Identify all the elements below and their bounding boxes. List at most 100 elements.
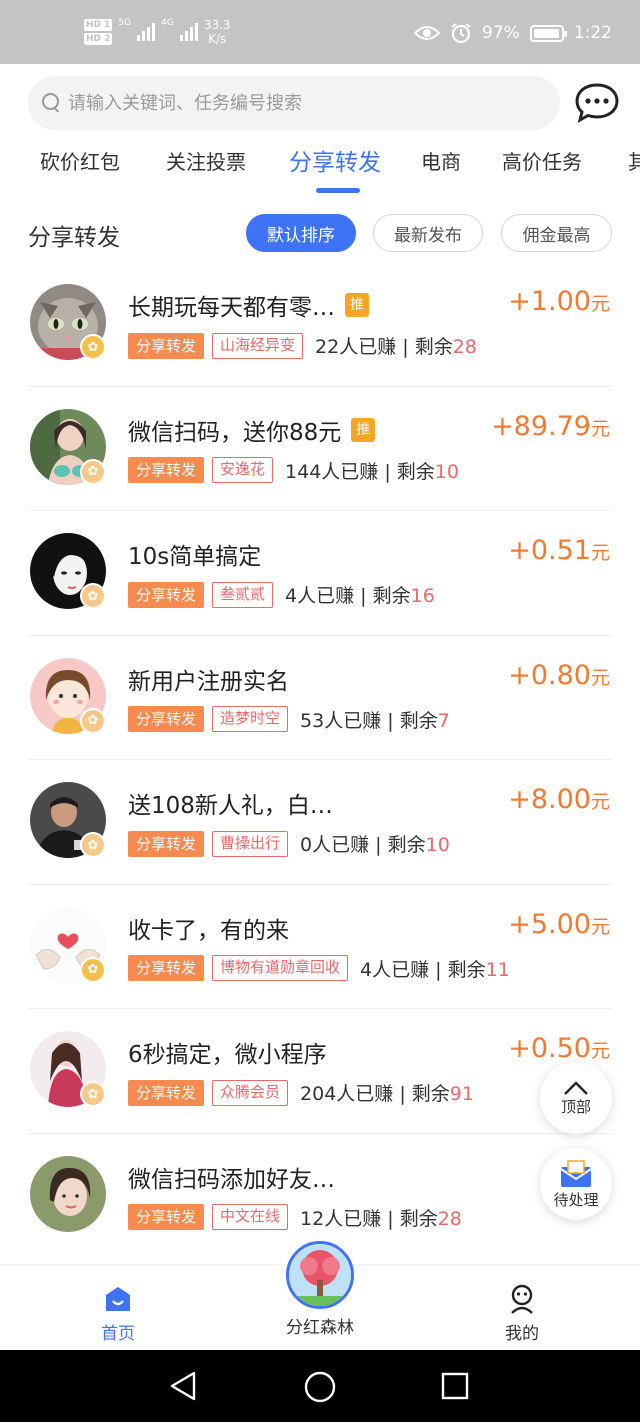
task-reward: +89.79元 xyxy=(491,411,610,442)
task-stats: 53人已赚 | 剩余7 xyxy=(300,706,450,733)
task-title: 微信扫码，送你88元 推 xyxy=(128,413,376,447)
network-speed: 33.3 K/s xyxy=(204,18,231,46)
publisher-tag: 众腾会员 xyxy=(212,1079,289,1106)
task-title: 微信扫码添加好友… xyxy=(128,1160,335,1194)
speed-unit: K/s xyxy=(208,32,227,46)
task-tags: 分享转发 曹操出行 0人已赚 | 剩余10 xyxy=(128,830,450,857)
tab-kanjia[interactable]: 砍价红包 xyxy=(40,146,120,175)
sort-newest-button[interactable]: 最新发布 xyxy=(373,214,483,252)
search-icon xyxy=(40,92,62,114)
speed-value: 33.3 xyxy=(203,18,231,32)
remaining-count: 10 xyxy=(425,834,450,856)
task-stats: 22人已赚 | 剩余28 xyxy=(315,332,477,359)
clock: 1:22 xyxy=(573,23,612,43)
battery-icon xyxy=(529,24,567,42)
sort-commission-button[interactable]: 佣金最高 xyxy=(501,214,612,252)
nav-home-label: 首页 xyxy=(101,1324,135,1344)
avatar xyxy=(30,1155,106,1232)
task-title: 送108新人礼，白… xyxy=(128,786,333,820)
task-item[interactable]: ✿ 新用户注册实名 分享转发 造梦时空 53人已赚 | 剩余7 +0.80元 xyxy=(0,636,640,760)
tab-more[interactable]: 其 xyxy=(628,146,640,175)
task-tags: 分享转发 安逸花 144人已赚 | 剩余10 xyxy=(128,457,459,484)
task-item[interactable]: ✿ 收卡了，有的来 分享转发 博物有道勋章回收 4人已赚 | 剩余11 +5.0… xyxy=(0,885,640,1009)
hd2-label: HD 2 xyxy=(84,33,113,45)
category-tag: 分享转发 xyxy=(128,830,205,857)
task-stats: 144人已赚 | 剩余10 xyxy=(285,457,459,484)
category-tag: 分享转发 xyxy=(128,955,205,981)
earned-text: 144人已赚 | 剩余 xyxy=(285,460,435,483)
task-tags: 分享转发 山海经异变 22人已赚 | 剩余28 xyxy=(128,332,477,359)
task-item[interactable]: ✿ 10s简单搞定 分享转发 叁贰贰 4人已赚 | 剩余16 +0.51元 xyxy=(0,511,640,636)
tab-gaojia[interactable]: 高价任务 xyxy=(502,146,582,175)
task-stats: 204人已赚 | 剩余91 xyxy=(300,1079,474,1106)
vip-badge-icon: ✿ xyxy=(80,1081,106,1107)
task-reward: +5.00元 xyxy=(508,909,610,940)
battery-fill xyxy=(533,28,559,38)
category-tag: 分享转发 xyxy=(128,1079,205,1106)
task-item[interactable]: ✿ 微信扫码，送你88元 推 分享转发 安逸花 144人已赚 | 剩余10 +8… xyxy=(0,387,640,511)
search-input[interactable] xyxy=(68,92,508,114)
tab-guanzhu[interactable]: 关注投票 xyxy=(166,146,246,175)
back-icon[interactable] xyxy=(168,1370,198,1402)
reward-amount: +0.80 xyxy=(508,659,591,691)
reward-unit: 元 xyxy=(590,417,610,440)
task-stats: 12人已赚 | 剩余28 xyxy=(300,1204,462,1231)
recommend-badge: 推 xyxy=(345,293,369,317)
task-title-text: 微信扫码添加好友… xyxy=(128,1166,335,1193)
envelope-icon xyxy=(560,1159,592,1187)
remaining-count: 11 xyxy=(485,958,510,981)
search-box[interactable] xyxy=(28,76,560,130)
remaining-count: 16 xyxy=(410,585,435,607)
reward-unit: 元 xyxy=(590,1040,610,1062)
remaining-count: 7 xyxy=(437,709,450,732)
task-reward: +8.00元 xyxy=(508,784,610,815)
pending-button[interactable]: 待处理 xyxy=(540,1148,612,1220)
task-reward: +0.80元 xyxy=(508,660,610,691)
reward-amount: +0.51 xyxy=(508,535,591,566)
publisher-tag: 博物有道勋章回收 xyxy=(212,955,349,981)
tree-icon xyxy=(289,1244,351,1306)
system-nav-bar xyxy=(0,1350,640,1422)
task-title-text: 送108新人礼，白… xyxy=(128,793,333,819)
hd-indicator: HD 1 HD 2 xyxy=(84,19,113,45)
category-tag: 分享转发 xyxy=(128,457,205,483)
reward-unit: 元 xyxy=(590,666,610,689)
net1-label: 5G xyxy=(118,18,132,28)
category-tag: 分享转发 xyxy=(128,706,205,732)
publisher-tag: 山海经异变 xyxy=(212,332,304,359)
remaining-count: 28 xyxy=(437,1207,462,1230)
task-item[interactable]: ✿ 送108新人礼，白… 分享转发 曹操出行 0人已赚 | 剩余10 +8.00… xyxy=(0,760,640,885)
vip-badge-icon: ✿ xyxy=(80,334,106,360)
publisher-tag: 安逸花 xyxy=(212,457,274,483)
back-to-top-button[interactable]: 顶部 xyxy=(540,1062,612,1134)
task-title-text: 长期玩每天都有零… xyxy=(128,295,335,321)
task-tags: 分享转发 造梦时空 53人已赚 | 剩余7 xyxy=(128,706,450,733)
pending-label: 待处理 xyxy=(553,1190,599,1209)
task-title-text: 收卡了，有的来 xyxy=(128,917,289,944)
publisher-tag: 中文在线 xyxy=(212,1204,289,1230)
category-tag: 分享转发 xyxy=(128,332,205,359)
nav-mine[interactable]: 我的 xyxy=(462,1283,582,1344)
earned-text: 53人已赚 | 剩余 xyxy=(300,709,438,732)
task-item[interactable]: ✿ 长期玩每天都有零… 推 分享转发 山海经异变 22人已赚 | 剩余28 +1… xyxy=(0,262,640,387)
tab-dianshang[interactable]: 电商 xyxy=(421,146,461,175)
home-icon xyxy=(106,1287,130,1311)
publisher-tag: 造梦时空 xyxy=(212,706,289,732)
sort-default-button[interactable]: 默认排序 xyxy=(246,214,356,252)
recommend-badge: 推 xyxy=(351,417,376,442)
alarm-icon xyxy=(451,23,471,44)
tab-fenxiang[interactable]: 分享转发 xyxy=(289,143,381,177)
recents-icon[interactable] xyxy=(440,1371,470,1401)
bottom-tab-bar: 首页 分红森林 我的 xyxy=(0,1241,640,1350)
forest-button[interactable] xyxy=(286,1241,354,1309)
earned-text: 4人已赚 | 剩余 xyxy=(285,585,411,607)
back-to-top-label: 顶部 xyxy=(560,1097,591,1116)
task-stats: 4人已赚 | 剩余16 xyxy=(285,581,435,608)
task-title-text: 微信扫码，送你88元 xyxy=(128,419,342,446)
nav-forest[interactable]: 分红森林 xyxy=(260,1313,380,1338)
message-icon[interactable] xyxy=(574,80,620,126)
nav-home[interactable]: 首页 xyxy=(58,1283,178,1344)
chevron-up-icon xyxy=(564,1080,588,1095)
status-left: HD 1 HD 2 5G 4G 33.3 K/s xyxy=(84,18,231,46)
home-circle-icon[interactable] xyxy=(303,1370,337,1404)
